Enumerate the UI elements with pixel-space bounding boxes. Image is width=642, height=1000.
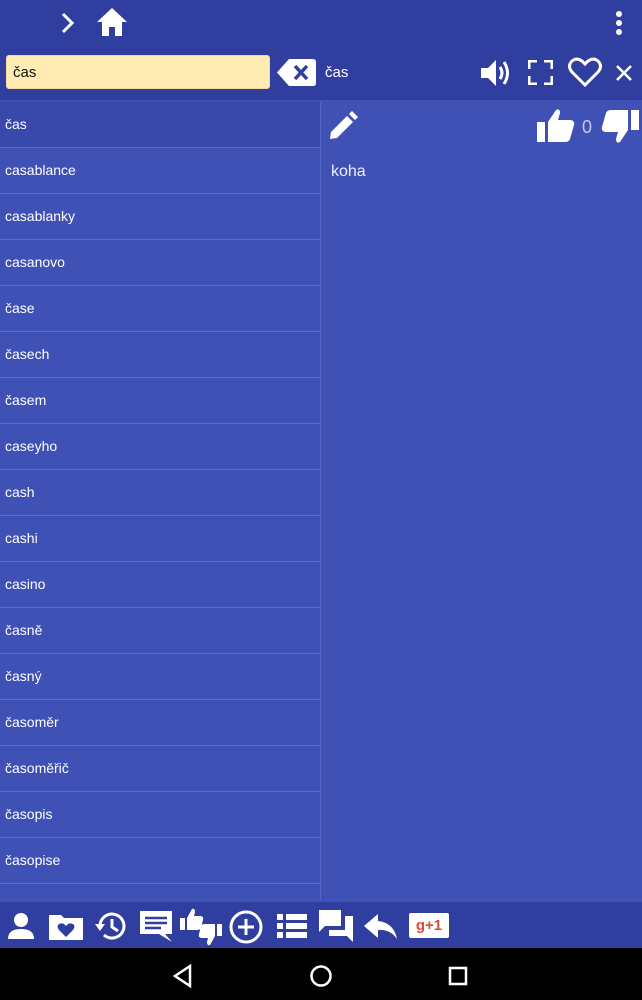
fullscreen-icon[interactable] (528, 60, 553, 85)
list-item[interactable]: casanovo (0, 240, 320, 286)
favorites-folder-icon[interactable] (49, 912, 83, 940)
nav-recents-icon[interactable] (448, 966, 468, 986)
forum-icon[interactable] (319, 910, 353, 944)
list-item[interactable]: časoměr (0, 700, 320, 746)
list-item[interactable]: časný (0, 654, 320, 700)
list-item[interactable]: cashi (0, 516, 320, 562)
detail-panel: koha (321, 102, 642, 900)
list-item[interactable]: časopis (0, 792, 320, 838)
comment-icon[interactable] (139, 910, 173, 942)
list-icon[interactable] (277, 914, 307, 938)
list-item[interactable]: čase (0, 286, 320, 332)
list-item[interactable]: casablanky (0, 194, 320, 240)
more-vert-icon[interactable] (613, 10, 625, 38)
list-item[interactable]: casablance (0, 148, 320, 194)
list-item[interactable]: caseyho (0, 424, 320, 470)
edit-icon[interactable] (328, 111, 358, 141)
thumb-up-icon[interactable] (537, 108, 575, 142)
history-icon[interactable] (94, 910, 128, 942)
list-item[interactable]: časem (0, 378, 320, 424)
backspace-icon[interactable] (277, 59, 316, 86)
list-item[interactable]: cash (0, 470, 320, 516)
like-count: 0 (582, 117, 593, 137)
list-item[interactable]: časoměřič (0, 746, 320, 792)
list-item[interactable]: časopise (0, 838, 320, 884)
close-icon[interactable] (615, 64, 633, 82)
chevron-right-icon[interactable] (58, 11, 78, 35)
nav-home-icon[interactable] (309, 964, 333, 988)
search-input[interactable] (6, 55, 270, 89)
reply-icon[interactable] (364, 912, 398, 940)
word-list: čas casablance casablanky casanovo čase časec… (0, 102, 321, 900)
volume-icon[interactable] (479, 57, 513, 89)
person-icon[interactable] (7, 912, 35, 940)
heart-outline-icon[interactable] (568, 57, 602, 87)
translation-text: koha (331, 163, 366, 180)
nav-back-icon[interactable] (172, 964, 194, 988)
search-echo-text: čas (325, 64, 349, 81)
add-circle-icon[interactable] (229, 910, 263, 944)
list-item[interactable]: čas (0, 102, 320, 148)
gplus-icon[interactable]: g+1 (409, 913, 449, 938)
list-item[interactable]: casino (0, 562, 320, 608)
thumbs-icon[interactable] (180, 908, 222, 946)
list-item[interactable]: časně (0, 608, 320, 654)
list-item[interactable]: časech (0, 332, 320, 378)
home-icon[interactable] (95, 6, 129, 38)
thumb-down-icon[interactable] (601, 110, 639, 144)
